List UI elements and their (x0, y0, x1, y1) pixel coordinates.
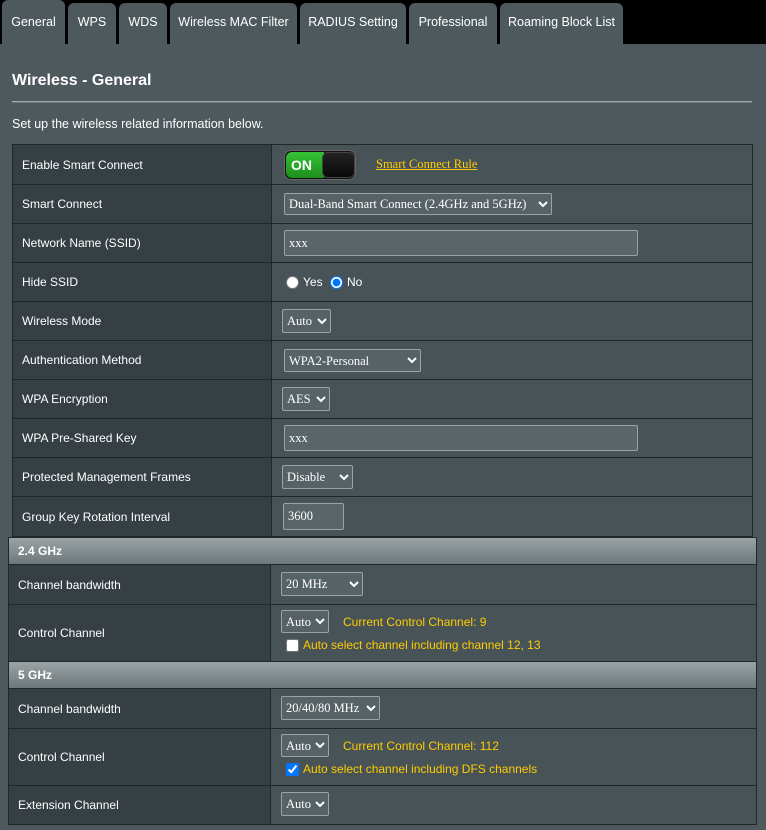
24-bandwidth-select[interactable]: 20 MHz (281, 572, 363, 596)
label-auth-method: Authentication Method (13, 341, 271, 379)
24-control-channel-select[interactable]: Auto (281, 610, 329, 633)
label-24-bandwidth: Channel bandwidth (9, 565, 270, 604)
tab-wireless-mac-filter[interactable]: Wireless MAC Filter (170, 3, 297, 44)
row-5-extension-channel: Extension Channel Auto (8, 786, 757, 825)
hide-ssid-no-radio[interactable] (330, 275, 343, 289)
tab-bar: General WPS WDS Wireless MAC Filter RADI… (0, 0, 766, 44)
24-auto-select[interactable]: Auto select channel including channel 12… (286, 638, 541, 652)
value-auth-method: WPA2-Personal (271, 341, 752, 379)
5-auto-select[interactable]: Auto select channel including DFS channe… (286, 762, 537, 776)
smart-connect-rule-link[interactable]: Smart Connect Rule (376, 157, 477, 172)
value-group-key-rotation (271, 497, 752, 536)
value-5-extension-channel: Auto (270, 786, 756, 824)
tab-wds[interactable]: WDS (119, 3, 167, 44)
label-wpa-encryption: WPA Encryption (13, 380, 271, 418)
label-smart-connect: Smart Connect (13, 185, 271, 223)
group-key-input[interactable] (283, 503, 344, 530)
value-ssid (271, 224, 752, 262)
value-enable-smart-connect: ON Smart Connect Rule (271, 145, 752, 184)
tab-roaming-block-list[interactable]: Roaming Block List (500, 3, 623, 44)
label-pmf: Protected Management Frames (13, 458, 271, 496)
pmf-select[interactable]: Disable (282, 465, 353, 489)
row-5-control-channel: Control Channel Auto Current Control Cha… (8, 729, 757, 786)
value-hide-ssid: Yes No (271, 263, 752, 301)
hide-ssid-yes-label: Yes (303, 275, 323, 289)
tab-radius-setting[interactable]: RADIUS Setting (300, 3, 406, 44)
24-current-channel: Current Control Channel: 9 (343, 615, 487, 629)
label-hide-ssid: Hide SSID (13, 263, 271, 301)
value-pmf: Disable (271, 458, 752, 496)
row-hide-ssid: Hide SSID Yes No (12, 263, 753, 302)
smart-connect-select[interactable]: Dual-Band Smart Connect (2.4GHz and 5GHz… (284, 193, 552, 215)
label-wpa-psk: WPA Pre-Shared Key (13, 419, 271, 457)
value-5-bandwidth: 20/40/80 MHz (270, 689, 756, 728)
toggle-on-label: ON (286, 152, 324, 178)
page-description: Set up the wireless related information … (12, 117, 264, 131)
wireless-mode-select[interactable]: Auto (282, 309, 331, 333)
ssid-input[interactable] (284, 230, 638, 256)
row-enable-smart-connect: Enable Smart Connect ON Smart Connect Ru… (12, 145, 753, 185)
auth-method-select[interactable]: WPA2-Personal (284, 349, 421, 372)
value-24-control-channel: Auto Current Control Channel: 9 Auto sel… (270, 605, 756, 661)
row-group-key-rotation: Group Key Rotation Interval (12, 497, 753, 537)
label-enable-smart-connect: Enable Smart Connect (13, 145, 271, 184)
value-wpa-psk (271, 419, 752, 457)
toggle-knob (322, 152, 355, 178)
smart-connect-toggle[interactable]: ON (284, 150, 356, 180)
5-current-channel: Current Control Channel: 112 (343, 739, 499, 753)
page-title: Wireless - General (12, 72, 152, 89)
wpa-encryption-select[interactable]: AES (282, 387, 330, 411)
tab-professional[interactable]: Professional (409, 3, 497, 44)
24-auto-select-label: Auto select channel including channel 12… (303, 638, 541, 652)
section-header-5ghz: 5 GHz (8, 661, 757, 689)
hide-ssid-yes[interactable]: Yes (286, 275, 323, 289)
settings-panel: Wireless - General Set up the wireless r… (0, 44, 766, 830)
label-5-extension-channel: Extension Channel (9, 786, 270, 824)
row-wpa-psk: WPA Pre-Shared Key (12, 419, 753, 458)
label-5-bandwidth: Channel bandwidth (9, 689, 270, 728)
5-auto-select-label: Auto select channel including DFS channe… (303, 762, 538, 776)
row-ssid: Network Name (SSID) (12, 224, 753, 263)
section-header-2-4ghz: 2.4 GHz (8, 537, 757, 565)
tab-general[interactable]: General (2, 0, 65, 44)
row-24-control-channel: Control Channel Auto Current Control Cha… (8, 605, 757, 662)
row-5-bandwidth: Channel bandwidth 20/40/80 MHz (8, 689, 757, 729)
value-24-bandwidth: 20 MHz (270, 565, 756, 604)
label-group-key-rotation: Group Key Rotation Interval (13, 497, 271, 536)
hide-ssid-no[interactable]: No (330, 275, 362, 289)
5-bandwidth-select[interactable]: 20/40/80 MHz (281, 696, 380, 720)
label-24-control-channel: Control Channel (9, 605, 270, 661)
wpa-psk-input[interactable] (284, 425, 638, 451)
label-ssid: Network Name (SSID) (13, 224, 271, 262)
value-wpa-encryption: AES (271, 380, 752, 418)
row-wpa-encryption: WPA Encryption AES (12, 380, 753, 419)
24-auto-select-checkbox[interactable] (286, 638, 299, 652)
value-5-control-channel: Auto Current Control Channel: 112 Auto s… (270, 729, 756, 785)
tab-wps[interactable]: WPS (68, 3, 116, 44)
5-extension-channel-select[interactable]: Auto (281, 792, 329, 816)
label-wireless-mode: Wireless Mode (13, 302, 271, 340)
hide-ssid-no-label: No (347, 275, 363, 289)
row-pmf: Protected Management Frames Disable (12, 458, 753, 497)
value-wireless-mode: Auto (271, 302, 752, 340)
5-control-channel-select[interactable]: Auto (281, 734, 329, 757)
label-5-control-channel: Control Channel (9, 729, 270, 785)
hide-ssid-yes-radio[interactable] (286, 275, 299, 289)
row-auth-method: Authentication Method WPA2-Personal (12, 341, 753, 380)
row-wireless-mode: Wireless Mode Auto (12, 302, 753, 341)
title-divider-shadow (12, 102, 752, 103)
row-smart-connect: Smart Connect Dual-Band Smart Connect (2… (12, 185, 753, 224)
5-auto-select-checkbox[interactable] (286, 762, 299, 776)
value-smart-connect: Dual-Band Smart Connect (2.4GHz and 5GHz… (271, 185, 752, 223)
row-24-bandwidth: Channel bandwidth 20 MHz (8, 565, 757, 605)
